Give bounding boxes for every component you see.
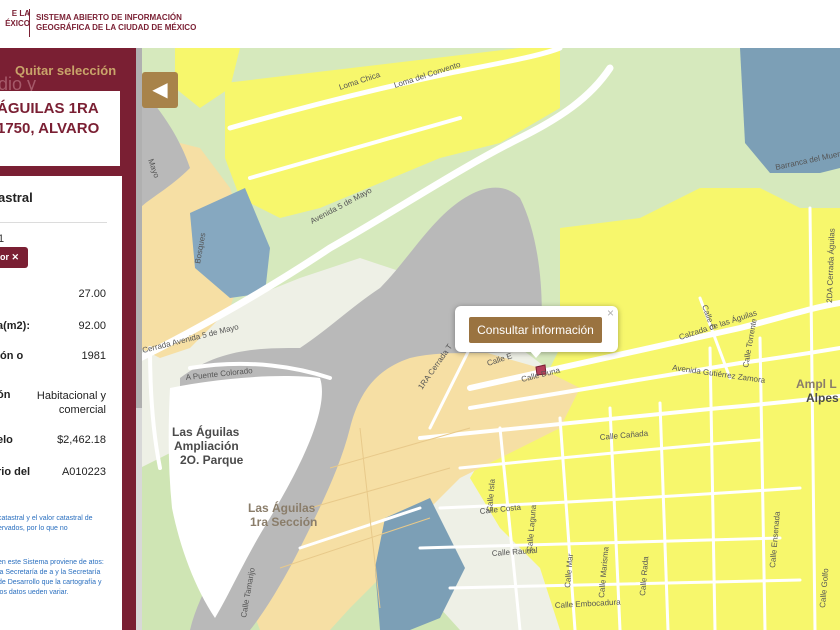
cadastral-info-card: astral 1 or ✕ : 27.00 a(m2): 92.00 ión o… [0, 176, 122, 630]
popup-pointer [529, 350, 543, 358]
logo-line-2: ÉXICO [5, 19, 30, 28]
row-value-6: A010223 [61, 466, 106, 478]
row-label-2: a(m2): [0, 320, 31, 332]
row-value-1: 27.00 [78, 288, 106, 300]
consultar-informacion-button[interactable]: Consultar información [469, 317, 602, 343]
site-title: SISTEMA ABIERTO DE INFORMACIÓN GEOGRÁFIC… [36, 13, 196, 33]
hood-alpes-2: Alpes [806, 391, 839, 405]
row-value-5: $2,462.18 [57, 434, 106, 446]
chevron-left-icon: ◀ [152, 79, 168, 101]
filter-chip[interactable]: or ✕ [0, 247, 28, 268]
address-card: ÁGUILAS 1RA 1750, ALVARO [0, 91, 120, 166]
address-line-1: ÁGUILAS 1RA [0, 100, 99, 117]
disclaimer-note-1: catastral y el valor catastral de ervado… [0, 515, 93, 532]
quitar-seleccion-button[interactable]: Quitar selección [15, 63, 116, 78]
logo-divider [29, 9, 30, 37]
logo-line-1: E LA [11, 9, 30, 18]
address-line-2: 1750, ALVARO [0, 120, 100, 137]
info-card-divider [0, 222, 107, 223]
panel-scrollbar[interactable] [136, 48, 142, 630]
logo-cdmx[interactable]: E LA ÉXICO [0, 9, 30, 29]
info-card-small-value: 1 [0, 233, 5, 245]
site-header: E LA ÉXICO SISTEMA ABIERTO DE INFORMACIÓ… [0, 0, 840, 48]
hood-aguilas-ampliacion-2: Ampliación [174, 439, 239, 453]
row-label-6: rio del [0, 466, 31, 478]
hood-aguilas-1ra-1: Las Águilas [248, 500, 316, 515]
site-title-line-1: SISTEMA ABIERTO DE INFORMACIÓN [36, 13, 182, 22]
hood-aguilas-ampliacion-3: 2O. Parque [180, 453, 244, 467]
row-label-4: ón [0, 389, 11, 401]
hood-aguilas-1ra-2: 1ra Sección [250, 515, 317, 529]
side-panel: dio y Quitar selección ÁGUILAS 1RA 1750,… [0, 48, 137, 630]
row-label-3: ión o [0, 350, 24, 362]
info-card-title: astral [0, 190, 33, 205]
row-value-3: 1981 [81, 350, 106, 362]
disclaimer-note-2: en este Sistema proviene de atos: la Sec… [0, 559, 104, 596]
row-label-1: : [0, 288, 1, 300]
row-value-2: 92.00 [78, 320, 106, 332]
row-label-5: elo [0, 434, 13, 446]
hood-alpes-1: Ampl L [796, 377, 837, 391]
hood-aguilas-ampliacion-1: Las Águilas [172, 424, 240, 439]
collapse-panel-button[interactable]: ◀ [142, 72, 178, 108]
close-icon[interactable]: × [607, 306, 614, 320]
row-value-4: Habitacional y comercial [36, 390, 106, 416]
parcel-popup: Consultar información × [455, 306, 618, 358]
site-title-line-2: GEOGRÁFICA DE LA CIUDAD DE MÉXICO [36, 23, 197, 32]
